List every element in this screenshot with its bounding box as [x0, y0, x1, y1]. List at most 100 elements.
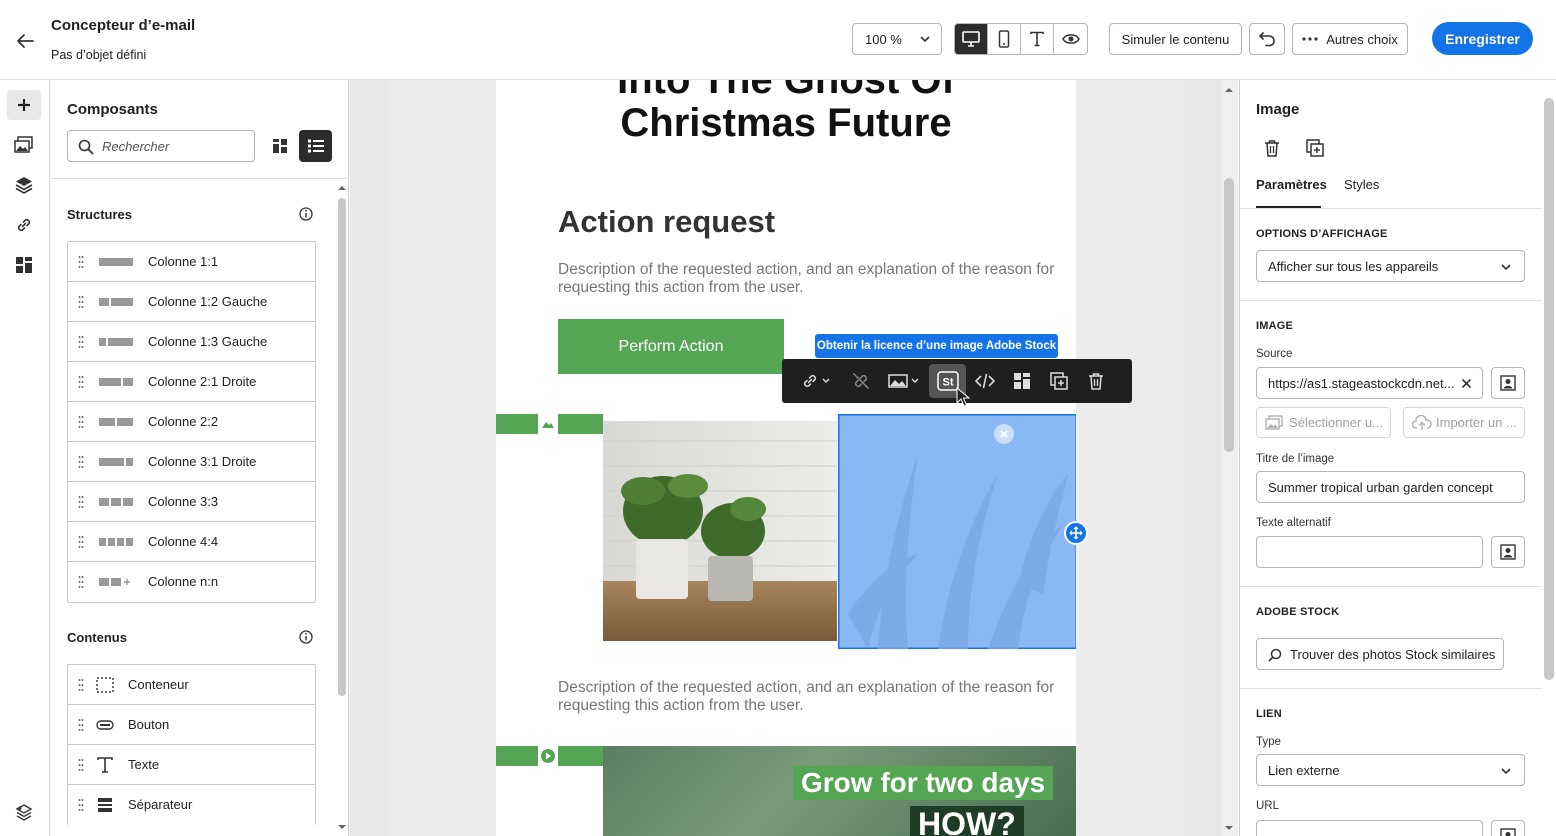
delete-button[interactable]: [1077, 364, 1114, 398]
desktop-view-button[interactable]: [955, 24, 988, 54]
section-divider: [1240, 208, 1542, 209]
desktop-icon: [962, 31, 980, 47]
section-title[interactable]: Action request: [558, 204, 775, 240]
content-item-divider[interactable]: Séparateur: [68, 785, 315, 825]
content-item-button[interactable]: Bouton: [68, 705, 315, 745]
url-field[interactable]: [1256, 820, 1483, 836]
duplicate-element-button[interactable]: [1302, 135, 1328, 161]
structure-item[interactable]: Colonne n:n: [68, 562, 315, 602]
text-view-button[interactable]: [1021, 24, 1054, 54]
drag-handle-icon: [78, 336, 84, 348]
save-button[interactable]: Enregistrer: [1432, 22, 1533, 55]
links-button[interactable]: [7, 210, 41, 240]
structure-label: Colonne 2:1 Droite: [148, 374, 257, 389]
simulate-content-button[interactable]: Simuler le contenu: [1109, 23, 1242, 55]
structures-title: Structures: [67, 207, 133, 222]
email-body: Into The Ghost Of Christmas Future Actio…: [496, 80, 1076, 836]
structure-item[interactable]: Colonne 2:2: [68, 402, 315, 442]
link-section-title: LIEN: [1256, 708, 1282, 720]
content-item-text[interactable]: Texte: [68, 745, 315, 785]
description-text[interactable]: Description of the requested action, and…: [558, 261, 1058, 297]
settings-bottom-button[interactable]: [7, 797, 41, 827]
more-options-button[interactable]: Autres choix: [1292, 23, 1408, 55]
select-asset-label: Sélectionner u...: [1289, 415, 1383, 430]
properties-scrollbar[interactable]: [1544, 98, 1554, 680]
assets-button[interactable]: [7, 130, 41, 160]
alt-text-personalize-button[interactable]: [1491, 536, 1525, 568]
list-view-toggle[interactable]: [299, 130, 332, 162]
alt-text-field[interactable]: [1256, 536, 1483, 568]
component-search-input[interactable]: Rechercher: [67, 130, 255, 162]
email-headline-line-2[interactable]: Christmas Future: [496, 101, 1076, 145]
drag-handle-icon: [78, 296, 84, 308]
info-icon[interactable]: [299, 630, 313, 644]
layers-button[interactable]: [7, 170, 41, 200]
duplicate-button[interactable]: [1040, 364, 1077, 398]
tab-parameters[interactable]: Paramètres: [1256, 177, 1327, 192]
display-options-select[interactable]: Afficher sur tous les appareils: [1256, 250, 1525, 282]
info-icon[interactable]: [299, 207, 313, 221]
image-title-field[interactable]: Summer tropical urban garden concept: [1256, 471, 1525, 503]
scroll-down-icon[interactable]: [337, 823, 347, 831]
adobe-stock-section-title: ADOBE STOCK: [1256, 606, 1340, 618]
canvas-scrollbar[interactable]: [1224, 178, 1234, 452]
preview-button[interactable]: [1054, 24, 1087, 54]
source-personalize-button[interactable]: [1491, 367, 1525, 399]
source-url-field[interactable]: https://as1.stageastockcdn.net...: [1256, 367, 1483, 399]
email-headline-line-1[interactable]: Into The Ghost Of: [496, 80, 1076, 102]
select-asset-button[interactable]: Sélectionner u...: [1256, 407, 1391, 438]
mobile-view-button[interactable]: [988, 24, 1021, 54]
remove-image-icon[interactable]: [994, 424, 1014, 444]
structure-item[interactable]: Colonne 3:3: [68, 482, 315, 522]
components-scrollbar[interactable]: [338, 198, 346, 696]
structure-item[interactable]: Colonne 1:2 Gauche: [68, 282, 315, 322]
structure-item[interactable]: Colonne 1:3 Gauche: [68, 322, 315, 362]
link-dropdown-button[interactable]: [792, 364, 842, 398]
fragments-button[interactable]: [7, 250, 41, 280]
description-text[interactable]: Description of the requested action, and…: [558, 679, 1058, 715]
delete-element-button[interactable]: [1259, 135, 1285, 161]
import-asset-button[interactable]: Importer un ...: [1403, 407, 1525, 438]
personalize-icon: [1500, 375, 1516, 391]
more-options-label: Autres choix: [1326, 31, 1398, 47]
scroll-up-icon[interactable]: [337, 184, 347, 192]
save-fragment-button[interactable]: [1003, 364, 1040, 398]
structure-item[interactable]: Colonne 3:1 Droite: [68, 442, 315, 482]
scroll-down-icon[interactable]: [1224, 824, 1234, 832]
find-similar-stock-button[interactable]: Trouver des photos Stock similaires: [1256, 638, 1504, 670]
image-gallery-icon: [1265, 415, 1283, 430]
image-marker-icon[interactable]: [538, 414, 558, 434]
grid-view-toggle[interactable]: [263, 130, 296, 162]
link-type-select[interactable]: Lien externe: [1256, 754, 1525, 786]
plant-photo[interactable]: [603, 421, 837, 641]
content-item-container[interactable]: Conteneur: [68, 665, 315, 705]
url-personalize-button[interactable]: [1491, 820, 1525, 836]
content-label: Séparateur: [128, 797, 193, 812]
html-code-button[interactable]: [966, 364, 1003, 398]
banner-image[interactable]: Grow for two days HOW?: [603, 746, 1076, 836]
structure-item[interactable]: Colonne 4:4: [68, 522, 315, 562]
search-placeholder: Rechercher: [102, 138, 170, 154]
code-icon: [974, 373, 995, 389]
tab-styles[interactable]: Styles: [1344, 177, 1379, 192]
structure-item[interactable]: Colonne 2:1 Droite: [68, 362, 315, 402]
eye-icon: [1061, 34, 1080, 44]
clear-icon[interactable]: [1461, 378, 1472, 389]
structure-item[interactable]: Colonne 1:1: [68, 242, 315, 282]
zoom-select[interactable]: 100 %: [852, 23, 942, 55]
undo-button[interactable]: [1249, 23, 1285, 55]
add-content-icon[interactable]: [1064, 521, 1088, 545]
image-dropdown-button[interactable]: [879, 364, 929, 398]
link-icon: [17, 218, 31, 232]
section-divider: [1240, 300, 1542, 301]
scroll-up-icon[interactable]: [1224, 86, 1234, 94]
back-arrow-icon[interactable]: [12, 28, 38, 54]
selected-image-placeholder[interactable]: [838, 414, 1076, 649]
unlink-button[interactable]: [842, 364, 879, 398]
left-rail: [0, 80, 50, 836]
add-components-button[interactable]: [7, 90, 41, 120]
chevron-down-icon: [1501, 264, 1511, 271]
perform-action-button[interactable]: Perform Action: [558, 319, 784, 374]
column-2-2-icon: [99, 418, 133, 426]
video-marker-icon[interactable]: [538, 746, 558, 766]
